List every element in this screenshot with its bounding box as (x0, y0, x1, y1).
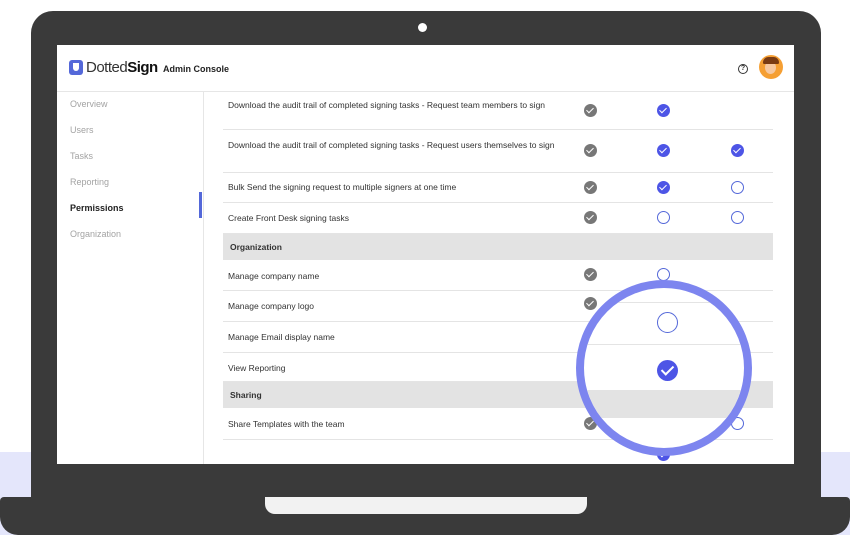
logo-icon (69, 60, 83, 75)
permission-label: View Reporting (228, 363, 286, 373)
check-icon[interactable] (584, 268, 597, 281)
help-icon[interactable]: ? (738, 64, 748, 74)
check-icon[interactable] (657, 181, 670, 194)
page-title: Admin Console (163, 64, 230, 74)
avatar[interactable] (759, 55, 783, 79)
sidebar-item-tasks[interactable]: Tasks (70, 151, 93, 161)
section-title: Sharing (230, 390, 262, 400)
laptop-notch (265, 497, 587, 514)
permission-label: Manage company name (228, 271, 320, 281)
check-icon[interactable] (731, 144, 744, 157)
magnifier-lens (576, 280, 752, 456)
table-row: Download the audit trail of completed si… (223, 129, 773, 173)
check-icon[interactable] (584, 104, 597, 117)
check-icon[interactable] (584, 297, 597, 310)
row-divider (584, 344, 744, 345)
check-icon[interactable] (584, 211, 597, 224)
permission-label: Download the audit trail of completed si… (228, 140, 555, 150)
permission-label: Share Templates with the team (228, 419, 345, 429)
row-divider (584, 302, 744, 303)
empty-circle-icon[interactable] (731, 181, 744, 194)
check-icon[interactable] (657, 360, 678, 381)
permission-label: Create Front Desk signing tasks (228, 213, 349, 223)
active-indicator (199, 192, 202, 218)
section-title: Organization (230, 242, 282, 252)
sidebar-item-organization[interactable]: Organization (70, 229, 121, 239)
section-header-organization: Organization (223, 234, 773, 260)
logo-text: DottedSign (86, 59, 158, 76)
permission-label: Download the audit trail of completed si… (228, 100, 546, 110)
check-icon[interactable] (657, 104, 670, 117)
table-row: Bulk Send the signing request to multipl… (223, 172, 773, 203)
sidebar-item-permissions[interactable]: Permissions (70, 203, 124, 213)
check-icon[interactable] (584, 181, 597, 194)
table-row: Download the audit trail of completed si… (223, 92, 773, 130)
empty-circle-icon[interactable] (657, 211, 670, 224)
table-row: Create Front Desk signing tasks (223, 202, 773, 234)
empty-circle-icon[interactable] (657, 312, 678, 333)
permission-label: Bulk Send the signing request to multipl… (228, 182, 457, 192)
permission-label: Manage company logo (228, 301, 315, 311)
app-logo[interactable]: DottedSign (69, 59, 158, 76)
avatar-hair (763, 57, 779, 64)
empty-circle-icon[interactable] (731, 211, 744, 224)
permission-label: Manage Email display name (228, 332, 335, 342)
check-icon[interactable] (584, 144, 597, 157)
sidebar: Overview Users Tasks Reporting Permissio… (57, 92, 204, 464)
sidebar-item-users[interactable]: Users (70, 125, 94, 135)
check-icon[interactable] (657, 144, 670, 157)
webcam (418, 23, 427, 32)
sidebar-item-reporting[interactable]: Reporting (70, 177, 109, 187)
section-band (584, 390, 744, 418)
top-bar: DottedSign Admin Console ? (57, 45, 794, 92)
sidebar-item-overview[interactable]: Overview (70, 99, 108, 109)
